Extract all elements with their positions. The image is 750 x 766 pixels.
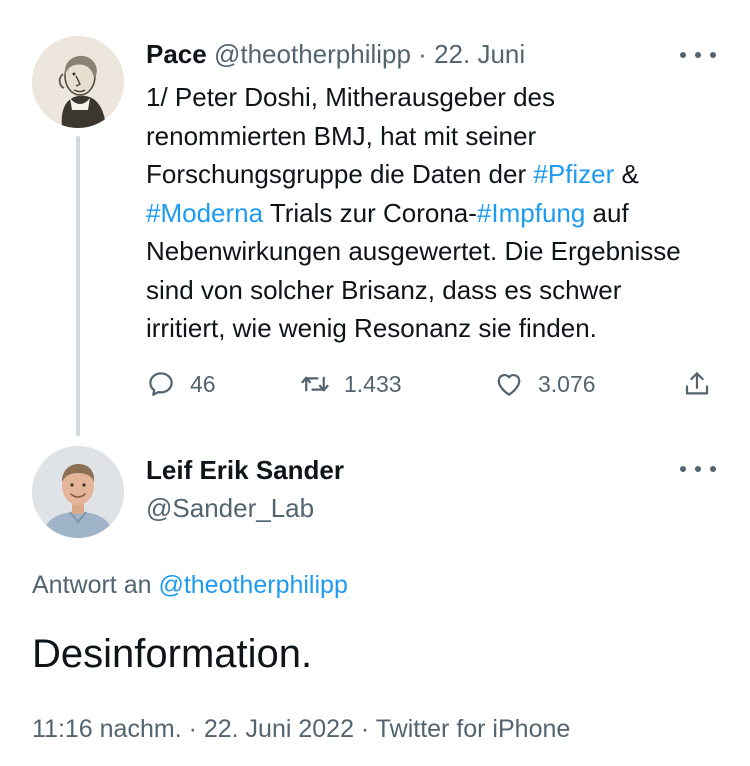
tweet-text-segment: Forschungsgruppe die Daten der [146, 159, 534, 189]
reply-author-name[interactable]: Leif Erik Sander [146, 454, 344, 486]
tweet-text-line: #Moderna Trials zur Corona-#Impfung auf [146, 194, 731, 233]
tweet-date[interactable]: 22. Juni [434, 39, 525, 69]
tweet-text-line: Forschungsgruppe die Daten der #Pfizer & [146, 155, 731, 194]
photo-avatar-icon [32, 446, 124, 538]
retweet-button[interactable]: 1.433 [300, 366, 402, 402]
tweet-text-line: irritiert, wie wenig Resonanz sie finden… [146, 313, 597, 343]
leif-avatar[interactable] [32, 446, 124, 538]
reply-tweet-text: Desinformation. [32, 632, 313, 676]
tweet-text-segment: & [614, 159, 639, 189]
more-icon[interactable] [680, 45, 716, 65]
like-button[interactable]: 3.076 [494, 366, 596, 402]
tweet-text-segment: auf [585, 197, 629, 228]
parent-tweet-header: Pace @theotherphilipp · 22. Juni [146, 38, 525, 70]
header-separator: · [418, 39, 427, 69]
meta-separator: · [353, 715, 376, 743]
heart-icon [497, 373, 521, 396]
thread-connector-line [76, 136, 80, 436]
engraved-portrait-icon [32, 36, 124, 128]
meta-separator: · [181, 715, 204, 743]
replying-to-mention[interactable]: @theotherphilipp [158, 571, 347, 599]
hashtag-pfizer[interactable]: #Pfizer [533, 159, 614, 189]
replying-to: Antwort an @theotherphilipp [32, 569, 348, 601]
tweet-text-line: sind von solcher Brisanz, dass es schwer [146, 274, 622, 305]
author-name[interactable]: Pace [146, 39, 207, 69]
reply-author-handle[interactable]: @Sander_Lab [146, 492, 314, 524]
parent-tweet-text: 1/ Peter Doshi, Mitherausgeber des renom… [146, 78, 731, 348]
share-button[interactable] [682, 366, 712, 402]
tweet-timestamp-row: 11:16 nachm. · 22. Juni 2022 · Twitter f… [32, 712, 570, 746]
hashtag-impfung[interactable]: #Impfung [477, 198, 585, 228]
tweet-text-line: Nebenwirkungen ausgewertet. Die Ergebnis… [146, 236, 681, 266]
tweet-text-segment: Trials zur Corona- [263, 197, 477, 228]
more-icon[interactable] [680, 459, 716, 479]
tweet-time[interactable]: 11:16 nachm. [32, 715, 182, 743]
retweet-icon [301, 376, 329, 392]
reply-icon [149, 372, 173, 396]
reply-button[interactable]: 46 [146, 366, 216, 402]
tweet-text-line: renommierten BMJ, hat mit seiner [146, 120, 537, 151]
reply-count: 46 [190, 370, 216, 397]
like-count: 3.076 [538, 370, 596, 397]
tweet-thread: Pace @theotherphilipp · 22. Juni 1/ Pete… [0, 0, 750, 766]
tweet-source[interactable]: Twitter for iPhone [376, 715, 571, 743]
author-handle[interactable]: @theotherphilipp [214, 39, 411, 69]
share-icon [685, 372, 709, 395]
tweet-text-line: 1/ Peter Doshi, Mitherausgeber des [146, 82, 555, 112]
pace-avatar[interactable] [32, 36, 124, 128]
replying-to-label: Antwort an [32, 571, 159, 599]
retweet-count: 1.433 [344, 370, 402, 397]
tweet-full-date[interactable]: 22. Juni 2022 [204, 715, 354, 743]
hashtag-moderna[interactable]: #Moderna [146, 198, 263, 228]
